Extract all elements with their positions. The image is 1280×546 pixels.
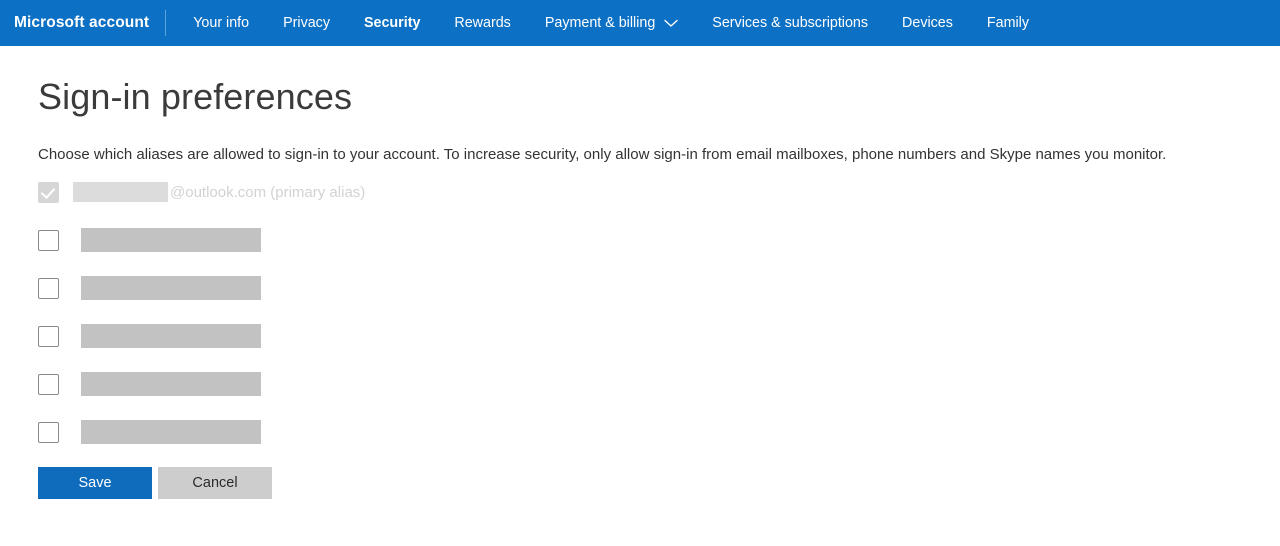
nav-item-security[interactable]: Security — [347, 0, 437, 46]
nav-item-payment-billing[interactable]: Payment & billing — [528, 0, 695, 46]
selectable-alias-rows — [38, 227, 1280, 445]
cancel-button[interactable]: Cancel — [158, 467, 272, 500]
redacted-alias-name — [81, 228, 261, 253]
redacted-primary-alias-name — [73, 182, 168, 203]
brand-divider — [165, 10, 167, 36]
nav-item-your-info[interactable]: Your info — [176, 0, 266, 46]
page-title: Sign-in preferences — [38, 76, 353, 117]
nav-item-family[interactable]: Family — [970, 0, 1046, 46]
brand-microsoft-account[interactable]: Microsoft account — [14, 14, 165, 32]
nav-item-services-subscriptions[interactable]: Services & subscriptions — [695, 0, 885, 46]
nav-item-label: Devices — [902, 15, 953, 31]
alias-row — [38, 227, 1280, 253]
alias-row — [38, 323, 1280, 349]
nav-item-label: Payment & billing — [544, 15, 656, 31]
redacted-alias-name — [81, 276, 261, 301]
nav-item-label: Family — [986, 15, 1030, 31]
chevron-down-icon — [664, 19, 678, 28]
checkbox-alias-3[interactable] — [38, 325, 59, 347]
page-description: Choose which aliases are allowed to sign… — [38, 146, 1167, 163]
checkbox-alias-2[interactable] — [38, 277, 59, 299]
top-navigation-bar: Microsoft account Your info Privacy Securi… — [0, 0, 1280, 46]
nav-item-privacy[interactable]: Privacy — [266, 0, 347, 46]
page-content: Sign-in preferences Choose which aliases… — [0, 46, 1280, 500]
alias-row — [38, 371, 1280, 397]
redacted-alias-name — [81, 372, 261, 397]
redacted-alias-name — [81, 324, 261, 349]
alias-row — [38, 275, 1280, 301]
checkbox-alias-5[interactable] — [38, 421, 59, 443]
checkbox-primary-alias — [38, 181, 59, 203]
nav-item-label: Services & subscriptions — [712, 15, 869, 31]
redacted-alias-name — [81, 420, 261, 445]
alias-row-primary: @outlook.com (primary alias) — [38, 179, 1280, 205]
alias-row — [38, 419, 1280, 445]
nav-item-label: Rewards — [454, 15, 511, 31]
save-button[interactable]: Save — [38, 467, 152, 500]
checkbox-alias-4[interactable] — [38, 373, 59, 395]
nav-item-label: Privacy — [283, 15, 330, 31]
nav-item-devices[interactable]: Devices — [885, 0, 970, 46]
checkbox-alias-1[interactable] — [38, 229, 59, 251]
nav-items-container: Your info Privacy Security Rewards Payment &… — [176, 0, 1046, 46]
nav-item-label: Security — [363, 15, 421, 31]
primary-alias-suffix: @outlook.com (primary alias) — [170, 183, 366, 201]
alias-list: @outlook.com (primary alias) — [38, 179, 1280, 445]
button-row: Save Cancel — [38, 467, 1280, 500]
nav-item-label: Your info — [193, 15, 250, 31]
nav-item-rewards[interactable]: Rewards — [437, 0, 527, 46]
